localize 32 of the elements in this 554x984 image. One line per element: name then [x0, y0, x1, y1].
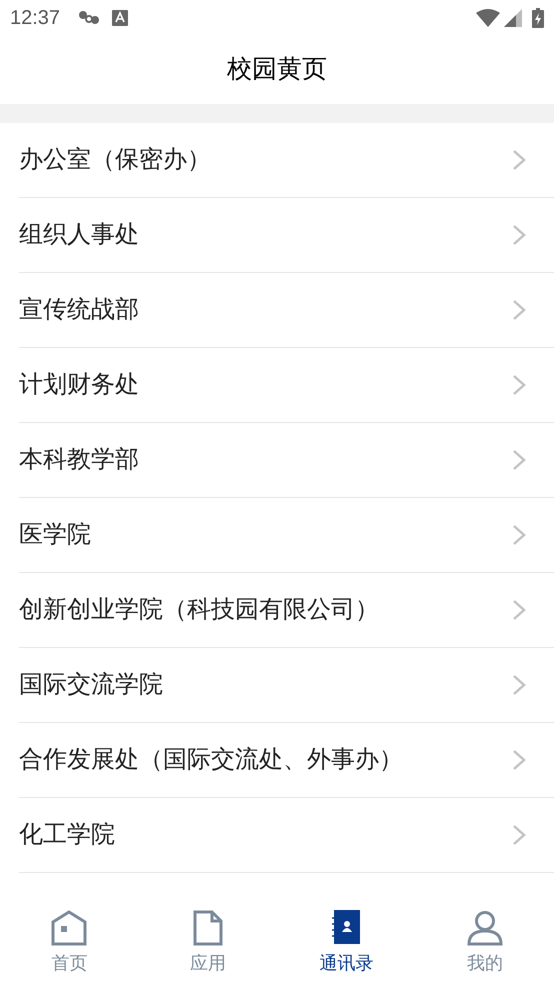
chevron-right-icon [512, 749, 526, 771]
chevron-right-icon [512, 449, 526, 471]
department-row[interactable]: 医学院 [19, 498, 554, 573]
department-row[interactable]: 组织人事处 [19, 198, 554, 273]
department-row[interactable]: 宣传统战部 [19, 273, 554, 348]
chevron-right-icon [512, 599, 526, 621]
department-row[interactable]: 计划财务处 [19, 348, 554, 423]
chevron-right-icon [512, 149, 526, 171]
chevron-right-icon [512, 224, 526, 246]
tab[interactable]: 通讯录 [277, 900, 416, 984]
chevron-right-icon [512, 824, 526, 846]
signal-icon [504, 9, 522, 27]
chevron-right-icon [512, 299, 526, 321]
chevron-right-icon [512, 374, 526, 396]
department-row[interactable]: 本科教学部 [19, 423, 554, 498]
chevron-right-icon [512, 524, 526, 546]
page-title: 校园黄页 [227, 54, 327, 86]
battery-icon [532, 8, 544, 28]
department-row[interactable]: 办公室（保密办） [19, 123, 554, 198]
department-row[interactable]: 化工学院 [19, 798, 554, 873]
department-row[interactable]: 国际交流学院 [19, 648, 554, 723]
keyboard-icon [112, 10, 128, 26]
wifi-icon [476, 9, 500, 27]
chevron-right-icon [512, 674, 526, 696]
department-row[interactable]: 创新创业学院（科技园有限公司） [19, 573, 554, 648]
status-time: 12:37 [10, 6, 60, 31]
notification-icon [78, 10, 100, 26]
document-icon [192, 910, 223, 946]
person-icon [466, 910, 503, 946]
department-row[interactable]: 合作发展处（国际交流处、外事办） [19, 723, 554, 798]
house-icon [51, 910, 88, 946]
address-book-icon [332, 910, 360, 946]
